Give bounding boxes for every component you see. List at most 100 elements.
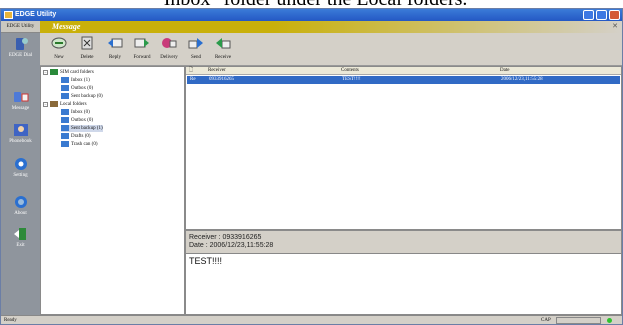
detail-body[interactable]: TEST!!!!: [189, 256, 222, 266]
new-label: New: [54, 55, 64, 60]
message-detail: Receiver : 0933916265 Date : 2006/12/23,…: [185, 230, 622, 315]
local-folder-icon: [50, 101, 58, 107]
about-icon: [14, 196, 27, 208]
forward-button[interactable]: Forward: [131, 35, 153, 65]
sidebar-item-label: EDGE Dial: [8, 53, 33, 58]
forward-icon: [134, 38, 149, 48]
send-icon: [188, 38, 203, 49]
app-icon: [4, 11, 13, 19]
title-bar: EDGE Utility: [1, 9, 622, 21]
delivery-button[interactable]: Delivery: [158, 35, 180, 65]
tree-local-drafts[interactable]: Drafts (0): [61, 133, 91, 140]
tree-sim-inbox[interactable]: Inbox (1): [61, 77, 90, 84]
sim-card-icon: [50, 69, 58, 75]
tree-label: Sent backup: [71, 126, 96, 132]
connection-indicator-icon: [607, 318, 612, 323]
tree-local-inbox[interactable]: Inbox (0): [61, 109, 90, 116]
tree-count: (0): [83, 110, 90, 116]
sidebar: EDGE Utility EDGE Dial Message Phonebook…: [1, 21, 40, 315]
sidebar-item-about[interactable]: About: [1, 195, 40, 225]
message-receiver: 0933916265: [209, 77, 234, 82]
message-list: 🗋 Receiver Contents Date Re 0933916265 T…: [185, 66, 622, 230]
tree-label: SIM card folders: [60, 70, 94, 76]
inbox-icon: [61, 77, 69, 83]
column-date[interactable]: Date: [500, 67, 509, 75]
detail-date: Date : 2006/12/23,11:55:28: [189, 242, 274, 249]
tree-label: Sent backup: [71, 94, 96, 100]
sidebar-item-label: Setting: [13, 173, 28, 178]
message-list-header: 🗋 Receiver Contents Date: [186, 67, 621, 75]
sidebar-item-edge-dial[interactable]: EDGE Dial: [1, 37, 40, 67]
column-receiver[interactable]: Receiver: [208, 67, 226, 75]
trash-icon: [61, 141, 69, 147]
new-message-icon: [51, 37, 67, 49]
message-detail-header: Receiver : 0933916265 Date : 2006/12/23,…: [186, 231, 621, 254]
tree-sim-root[interactable]: − SIM card folders: [43, 69, 94, 76]
message-row[interactable]: Re 0933916265 TEST!!!! 2006/12/23,11:55:…: [187, 76, 620, 84]
collapse-icon[interactable]: −: [43, 69, 48, 75]
folder-tree: − SIM card folders Inbox (1) Outbox (0) S…: [40, 66, 185, 315]
sidebar-header: EDGE Utility: [1, 21, 40, 33]
toolbar: New Delete Reply Forward Delivery Send R…: [40, 33, 622, 66]
message-contents: TEST!!!!: [342, 77, 361, 82]
tree-count: (0): [87, 86, 94, 92]
sidebar-item-message[interactable]: Message: [1, 90, 40, 120]
reply-label: Reply: [109, 55, 121, 60]
tree-local-trash[interactable]: Trash can (0): [61, 141, 98, 148]
outbox-icon: [61, 85, 69, 91]
reply-button[interactable]: Reply: [104, 35, 126, 65]
sidebar-item-exit[interactable]: Exit: [1, 227, 40, 257]
maximize-button[interactable]: [596, 10, 607, 20]
setting-icon: [14, 158, 27, 170]
sent-backup-icon: [61, 125, 69, 131]
status-panel: [556, 317, 601, 324]
outbox-icon: [61, 117, 69, 123]
tree-local-sent-backup[interactable]: Sent backup (1): [61, 125, 103, 132]
sidebar-item-phonebook[interactable]: Phonebook: [1, 123, 40, 153]
tree-count: (0): [96, 94, 103, 100]
tree-label: Inbox: [71, 78, 83, 84]
sent-backup-icon: [61, 93, 69, 99]
send-label: Send: [191, 55, 201, 60]
phonebook-icon: [13, 124, 28, 136]
delete-button[interactable]: Delete: [76, 35, 98, 65]
receive-icon: [216, 38, 231, 49]
collapse-icon[interactable]: −: [43, 101, 48, 107]
sidebar-item-label: Exit: [16, 243, 25, 248]
new-button[interactable]: New: [48, 35, 70, 65]
minimize-button[interactable]: [583, 10, 594, 20]
tree-count: (1): [83, 78, 90, 84]
status-cap: CAP: [541, 318, 551, 323]
reply-icon: [108, 38, 123, 48]
tree-count: (0): [91, 142, 98, 148]
tree-label: Outbox: [71, 118, 86, 124]
tree-label: Outbox: [71, 86, 86, 92]
inbox-icon: [61, 109, 69, 115]
file-icon: 🗋: [189, 68, 194, 73]
dial-icon: [15, 38, 28, 50]
delete-icon: [81, 36, 93, 50]
tree-local-root[interactable]: − Local folders: [43, 101, 87, 108]
tree-label: Drafts: [71, 134, 84, 140]
tree-count: (0): [87, 118, 94, 124]
delete-label: Delete: [80, 55, 94, 60]
tree-label: Local folders: [60, 102, 87, 108]
tree-sim-sent-backup[interactable]: Sent backup (0): [61, 93, 103, 100]
sidebar-item-label: Message: [11, 106, 30, 111]
tree-sim-outbox[interactable]: Outbox (0): [61, 85, 93, 92]
app-window: EDGE Utility EDGE Utility EDGE Dial Mess…: [0, 8, 623, 325]
sidebar-item-label: About: [14, 211, 27, 216]
sidebar-item-label: Phonebook: [9, 139, 32, 144]
tree-local-outbox[interactable]: Outbox (0): [61, 117, 93, 124]
pane-close-icon[interactable]: ✕: [612, 22, 618, 30]
send-button[interactable]: Send: [185, 35, 207, 65]
exit-icon: [13, 228, 26, 240]
close-button[interactable]: [609, 10, 620, 20]
sidebar-item-setting[interactable]: Setting: [1, 157, 40, 187]
tree-count: (1): [96, 126, 103, 132]
status-ready: Ready: [4, 318, 17, 323]
receive-label: Receive: [214, 55, 232, 60]
column-contents[interactable]: Contents: [341, 67, 359, 75]
window-title: EDGE Utility: [15, 11, 57, 18]
receive-button[interactable]: Receive: [212, 35, 234, 65]
